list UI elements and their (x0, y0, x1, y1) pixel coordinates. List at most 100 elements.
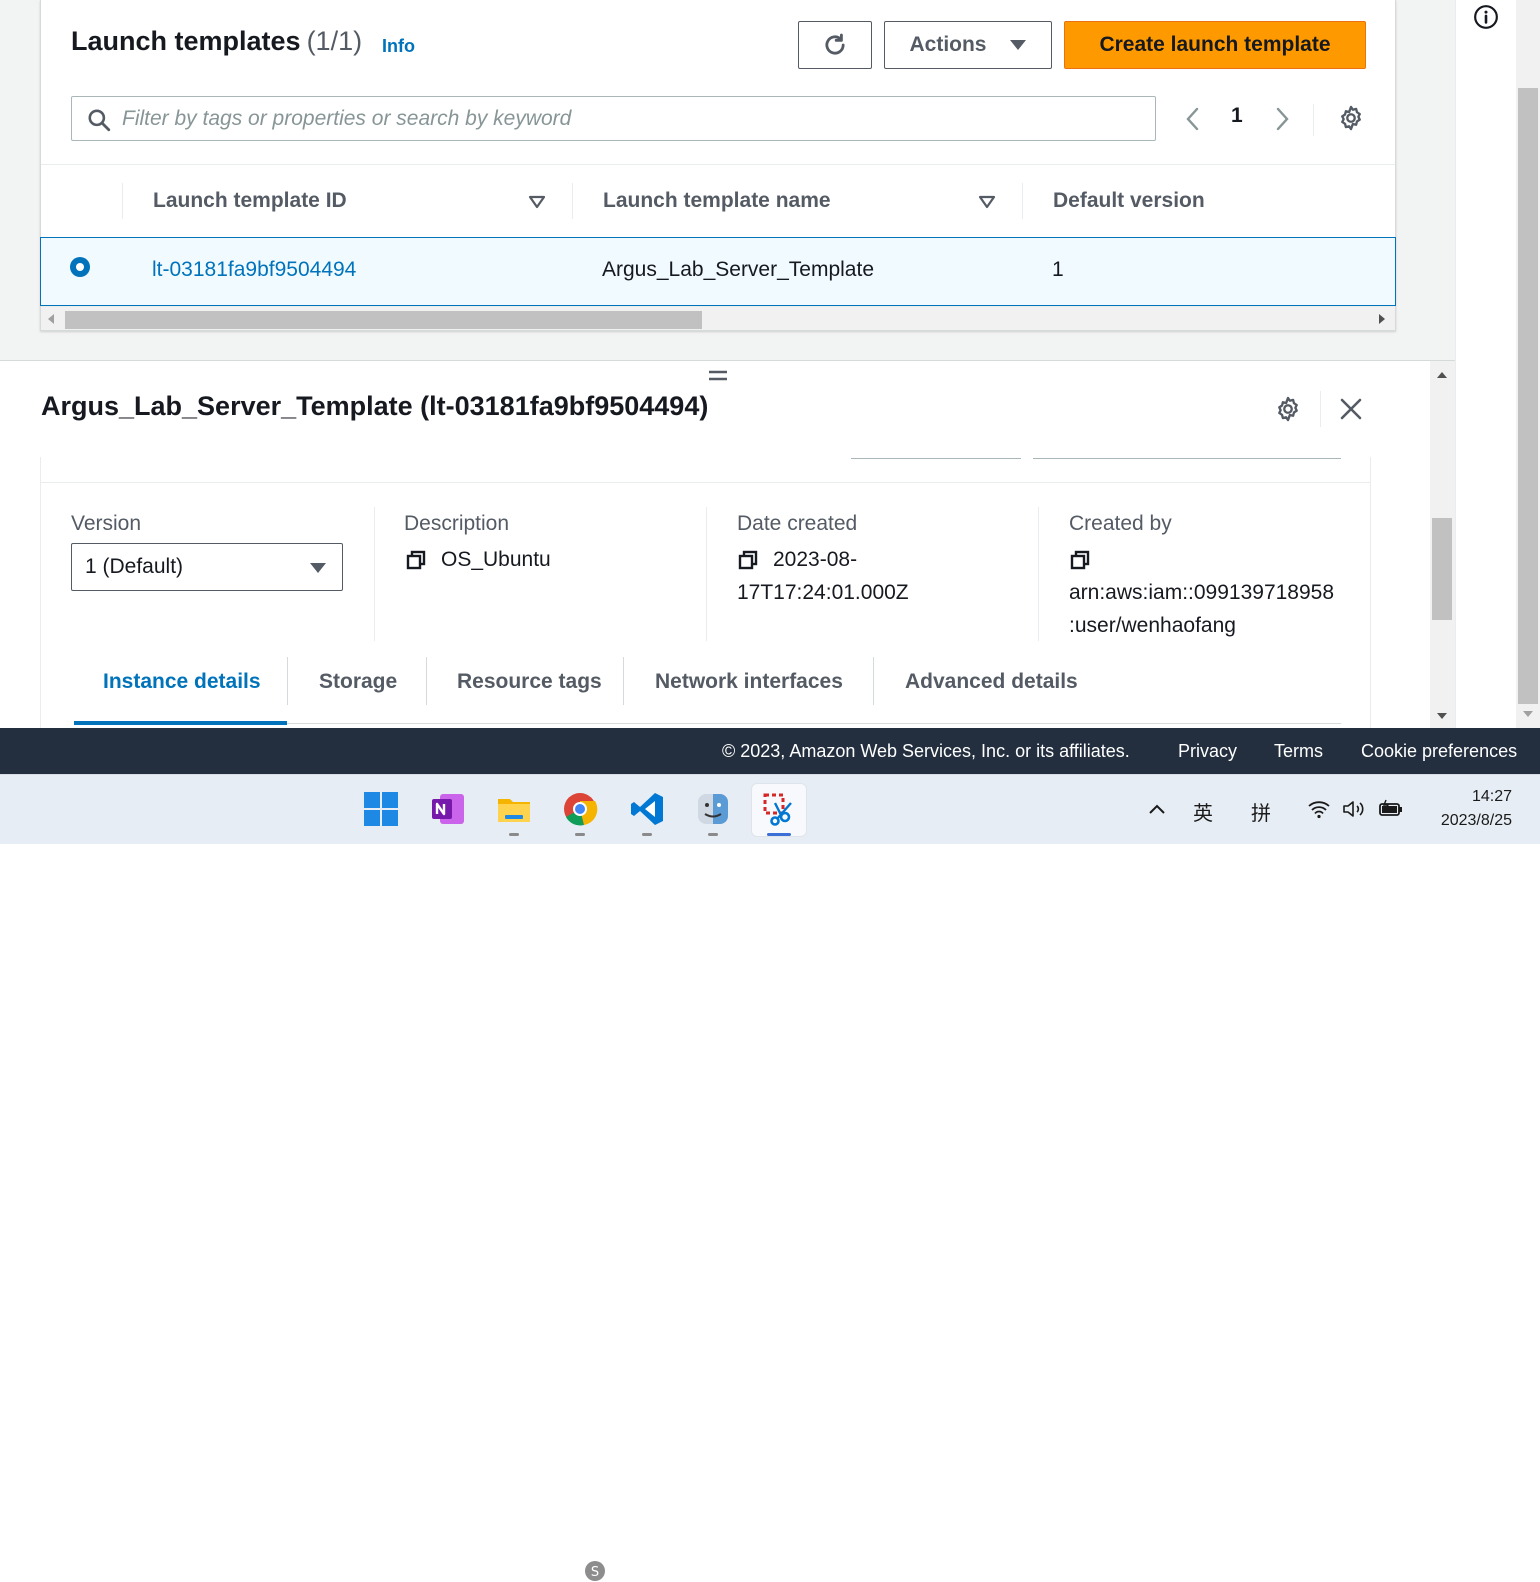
version-label: Version (71, 512, 142, 535)
split-panel-scrollbar[interactable] (1430, 361, 1455, 729)
page-number[interactable]: 1 (1231, 104, 1243, 128)
drag-handle-icon[interactable] (708, 369, 728, 383)
volume-icon[interactable] (1342, 799, 1366, 819)
app-indicator (642, 833, 652, 836)
date-created-label: Date created (737, 512, 858, 535)
actions-dropdown-button[interactable]: Actions (884, 21, 1052, 69)
scroll-down-arrow-icon[interactable] (1436, 712, 1448, 720)
column-header-default-version[interactable]: Default version (1053, 189, 1205, 213)
vscode-icon[interactable] (629, 791, 665, 827)
radio-selected[interactable] (69, 256, 91, 278)
active-app-indicator (767, 833, 791, 836)
caret-down-icon (1009, 40, 1026, 50)
column-header-id[interactable]: Launch template ID (153, 189, 347, 213)
windows-taskbar: S 英 拼 14:27 2023/8/25 (0, 774, 1540, 1581)
date-created-value-line2: 17T17:24:01.000Z (737, 581, 909, 604)
onenote-icon[interactable] (430, 791, 466, 827)
wifi-icon[interactable] (1308, 799, 1330, 819)
search-filter[interactable] (71, 96, 1156, 141)
tab-divider (426, 657, 427, 705)
scroll-down-arrow-icon[interactable] (1522, 710, 1534, 718)
created-by-value-line1: arn:aws:iam::099139718958 (1069, 581, 1335, 604)
split-panel-title: Argus_Lab_Server_Template (lt-03181fa9bf… (41, 391, 709, 421)
column-divider (1038, 507, 1039, 641)
tab-instance-details[interactable]: Instance details (103, 670, 261, 694)
info-link[interactable]: Info (382, 36, 415, 57)
default-version-cell: 1 (1052, 258, 1064, 281)
tab-storage[interactable]: Storage (319, 670, 397, 694)
footer-cookie-preferences-link[interactable]: Cookie preferences (1361, 741, 1517, 762)
launch-templates-table-card: Launch templates (1/1) Info Actions Creat… (40, 0, 1396, 331)
svg-text:S: S (591, 1565, 599, 1580)
copy-icon[interactable] (406, 550, 426, 570)
column-divider (122, 183, 123, 219)
windows-start-icon[interactable] (363, 791, 399, 827)
tab-divider (873, 657, 874, 705)
scroll-up-arrow-icon[interactable] (1436, 371, 1448, 379)
scroll-left-arrow-icon[interactable] (47, 313, 55, 325)
refresh-button[interactable] (798, 21, 872, 69)
footer-privacy-link[interactable]: Privacy (1178, 741, 1237, 762)
clock-date[interactable]: 2023/8/25 (1420, 812, 1512, 830)
search-icon (88, 109, 111, 132)
column-header-name[interactable]: Launch template name (603, 189, 831, 213)
page-scroll-thumb[interactable] (1518, 88, 1538, 704)
chevron-left-icon[interactable] (1183, 106, 1203, 132)
app-indicator (443, 833, 453, 836)
table-row[interactable]: lt-03181fa9bf9504494 Argus_Lab_Server_Te… (40, 237, 1396, 306)
clipped-button-edge (851, 457, 1021, 459)
tab-resource-tags[interactable]: Resource tags (457, 670, 602, 694)
chrome-icon[interactable] (562, 791, 598, 827)
app-indicator (509, 833, 519, 836)
sort-caret-icon[interactable] (528, 195, 546, 209)
tab-divider (623, 657, 624, 705)
sort-caret-icon[interactable] (978, 195, 996, 209)
horizontal-scrollbar[interactable] (41, 306, 1395, 330)
footer-copyright: © 2023, Amazon Web Services, Inc. or its… (722, 741, 1130, 761)
tab-network-interfaces[interactable]: Network interfaces (655, 670, 843, 694)
footer-terms-link[interactable]: Terms (1274, 741, 1323, 762)
description-value: OS_Ubuntu (441, 548, 551, 571)
page-vertical-scrollbar[interactable] (1516, 0, 1540, 728)
split-panel: Argus_Lab_Server_Template (lt-03181fa9bf… (0, 360, 1455, 729)
create-launch-template-button[interactable]: Create launch template (1064, 21, 1366, 69)
chevron-right-icon[interactable] (1272, 106, 1292, 132)
description-label: Description (404, 512, 510, 535)
scroll-right-arrow-icon[interactable] (1378, 313, 1386, 325)
page-right-rail (1455, 0, 1540, 728)
ime-language-indicator[interactable]: 英 (1193, 797, 1213, 826)
horizontal-scroll-thumb[interactable] (65, 311, 702, 329)
search-input[interactable] (122, 97, 1142, 140)
clock-time[interactable]: 14:27 (1430, 788, 1512, 806)
template-details-card: Version 1 (Default) Description OS_Ubunt… (40, 457, 1371, 729)
copy-icon[interactable] (1070, 550, 1090, 570)
ime-mode-indicator[interactable]: 拼 (1251, 797, 1271, 826)
create-label: Create launch template (1099, 33, 1331, 56)
column-divider (572, 183, 573, 219)
battery-charging-icon[interactable] (1378, 799, 1404, 819)
refresh-icon (825, 33, 845, 55)
snipping-tool-icon[interactable] (761, 791, 797, 827)
version-selected-value: 1 (Default) (85, 555, 184, 578)
gear-icon[interactable] (1274, 395, 1302, 423)
info-circle-icon[interactable] (1473, 4, 1499, 30)
gear-icon[interactable] (1337, 104, 1365, 132)
page-title: Launch templates (1/1) (71, 26, 362, 57)
copy-icon[interactable] (738, 550, 758, 570)
finder-icon[interactable] (695, 791, 731, 827)
tab-advanced-details[interactable]: Advanced details (905, 670, 1078, 694)
column-divider (706, 507, 707, 641)
app-indicator (575, 833, 585, 836)
close-icon[interactable] (1339, 397, 1363, 421)
created-by-label: Created by (1069, 512, 1172, 535)
profile-badge-icon: S (585, 1561, 605, 1581)
version-select[interactable]: 1 (Default) (71, 543, 343, 591)
caret-down-icon (310, 563, 326, 573)
template-id-link[interactable]: lt-03181fa9bf9504494 (152, 258, 356, 282)
console-footer: © 2023, Amazon Web Services, Inc. or its… (0, 728, 1540, 774)
pager-divider (1313, 104, 1314, 136)
column-divider (1022, 183, 1023, 219)
chevron-up-icon[interactable] (1148, 803, 1166, 815)
split-scroll-thumb[interactable] (1432, 518, 1452, 620)
file-explorer-icon[interactable] (496, 791, 532, 827)
